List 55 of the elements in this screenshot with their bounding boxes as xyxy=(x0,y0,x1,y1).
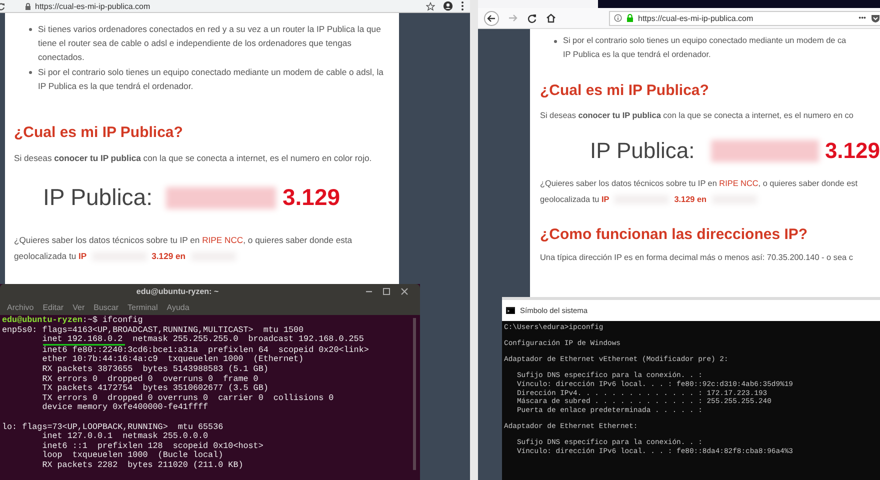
window-title: edu@ubuntu-ryzen: ~ xyxy=(135,287,220,296)
terminal-line: enp5s0: flags=4163<UP,BROADCAST,RUNNING,MULTICAST> mtu 1500 xyxy=(2,326,304,335)
menu-item[interactable]: Terminal xyxy=(128,302,158,312)
shield-icon[interactable] xyxy=(871,14,880,22)
menu-icon[interactable] xyxy=(461,1,464,11)
back-button[interactable] xyxy=(484,10,499,26)
ip-info-paragraph: ¿Quieres saber los datos técnicos sobre tu IP en RIPE NCC, o quieres saber donde esta geolocalizada tu IP 3.129 en xyxy=(14,234,354,264)
minimize-icon[interactable] xyxy=(366,290,372,292)
terminal-line: RX packets 2282 bytes 211020 (211.0 KB) xyxy=(41,460,244,470)
bullet-text: Si por el contrario solo tienes un equipo conectado mediante un modem de ca IP Publica es la que tendrá el ordenador. xyxy=(563,35,846,61)
terminal-line: RX packets 3873655 bytes 5143988583 (5.1 GB) xyxy=(41,364,268,374)
section-heading: ¿Cual es mi IP Publica? xyxy=(540,82,710,99)
lock-icon xyxy=(627,14,633,22)
ripe-ncc-link[interactable]: RIPE NCC xyxy=(202,235,244,245)
account-icon[interactable] xyxy=(443,1,453,11)
terminal-line: inet 127.0.0.1 netmask 255.0.0.0 xyxy=(41,432,208,442)
info-icon[interactable] xyxy=(614,14,622,22)
bullet-text: Si por el contrario solo tienes un equipo conectado mediante un modem de cable o adsl, la IP Publica es la que tendrá el ordenador. xyxy=(38,66,384,93)
ip-value: 3.129 xyxy=(824,138,880,164)
ip-label: IP Publica: xyxy=(42,184,152,211)
ip-label: IP Publica: xyxy=(590,138,695,164)
menu-item[interactable]: Editar xyxy=(42,302,64,312)
terminal-line: TX errors 0 dropped 0 overruns 0 carrier 0 collisions 0 xyxy=(41,394,334,403)
console-icon xyxy=(506,307,515,314)
maximize-icon[interactable] xyxy=(383,288,390,295)
bullet-icon xyxy=(29,28,32,31)
bullet-icon xyxy=(554,40,557,43)
intro-text: Si deseas conocer tu IP publica con la que se conecta a internet, es el numero en co xyxy=(540,110,854,122)
menu-item[interactable]: Ver xyxy=(72,302,85,312)
bullet-text: Si tienes varios ordenadores conectados en red y a su vez a un router la IP Publica la que tiene el router sea de cable o adsl e independiente de los ordenadores que tengas conectados. xyxy=(38,23,382,64)
terminal-line: inet6 fe80::2240:3cd6:bce1:a31a prefixlen 64 scopeid 0x20<link> xyxy=(41,346,369,355)
ip-info-paragraph: ¿Quieres saber los datos técnicos sobre tu IP en RIPE NCC, o quieres saber donde est geolocalizada tu IP 3.129 en xyxy=(540,178,859,206)
terminal-line: edu@ubuntu-ryzen:~$ ifconfig xyxy=(2,316,143,326)
reload-button[interactable] xyxy=(527,13,537,23)
intro-text: Si deseas conocer tu IP publica con la que se conecta a internet, es el numero en color rojo. xyxy=(14,152,373,164)
menu-item[interactable]: Ayuda xyxy=(166,302,190,312)
terminal-line: TX packets 4172754 bytes 3510602677 (3.5 GB) xyxy=(41,384,268,394)
menu-item[interactable]: Buscar xyxy=(94,302,119,312)
home-button[interactable] xyxy=(546,13,556,23)
section-heading: ¿Como funcionan las direcciones IP? xyxy=(540,226,809,243)
ip-value: 3.129 xyxy=(282,184,340,211)
terminal-line: device memory 0xfe400000-fe41ffff xyxy=(41,403,208,413)
bullet-icon xyxy=(29,71,32,74)
menu-item[interactable]: Archivo xyxy=(7,302,34,312)
ripe-ncc-link[interactable]: RIPE NCC xyxy=(719,179,758,188)
terminal-line: lo: flags=73<UP,LOOPBACK,RUNNING> mtu 65536 xyxy=(2,422,224,432)
terminal-line: inet6 ::1 prefixlen 128 scopeid 0x10<host> xyxy=(41,442,264,451)
terminal-line: loop txqueuelen 1000 (Bucle local) xyxy=(41,451,224,460)
lock-icon xyxy=(25,2,31,10)
terminal-line: RX errors 0 dropped 0 overruns 0 frame 0 xyxy=(41,374,258,384)
section-heading: ¿Cual es mi IP Publica? xyxy=(14,124,184,141)
star-icon[interactable] xyxy=(426,2,435,10)
paragraph-text: Una típica dirección IP es en forma decimal más o menos así: 70.35.200.140 - o sea c xyxy=(540,252,854,264)
close-icon[interactable] xyxy=(401,288,408,295)
terminal-line: ether 10:7b:44:16:4a:c9 txqueuelen 1000 (Ethernet) xyxy=(41,355,304,364)
